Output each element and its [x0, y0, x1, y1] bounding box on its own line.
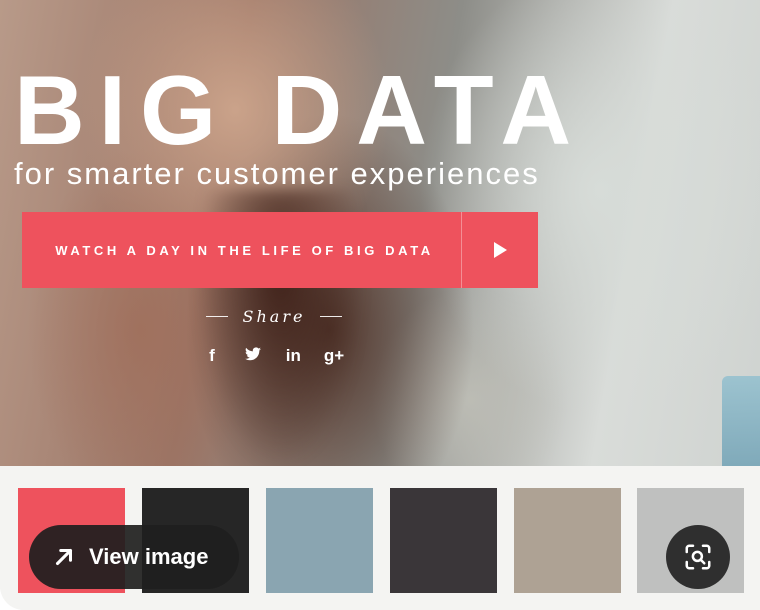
play-icon — [461, 212, 538, 288]
hero-image: BIG DATA for smarter customer experience… — [0, 0, 760, 466]
share-heading: Share — [206, 307, 342, 326]
visual-search-icon — [685, 544, 711, 570]
google-plus-icon: g+ — [323, 346, 345, 365]
watch-video-button: WATCH A DAY IN THE LIFE OF BIG DATA — [22, 212, 538, 288]
share-label: Share — [242, 307, 306, 326]
hero-subtitle: for smarter customer experiences — [14, 156, 540, 191]
view-image-label: View image — [89, 544, 209, 569]
linkedin-icon: in — [285, 346, 301, 365]
visual-search-button[interactable] — [666, 525, 730, 589]
swatch-3 — [266, 488, 373, 593]
view-image-button[interactable]: View image — [29, 525, 239, 589]
social-icons: f in g+ — [198, 346, 348, 366]
hero-title: BIG DATA — [14, 55, 586, 165]
cta-label: WATCH A DAY IN THE LIFE OF BIG DATA — [55, 242, 434, 258]
twitter-icon — [239, 346, 267, 366]
swatch-5 — [514, 488, 621, 593]
arrow-up-right-icon — [55, 548, 73, 566]
facebook-icon: f — [209, 346, 215, 365]
image-preview: BIG DATA for smarter customer experience… — [0, 0, 760, 610]
swatch-4 — [390, 488, 497, 593]
